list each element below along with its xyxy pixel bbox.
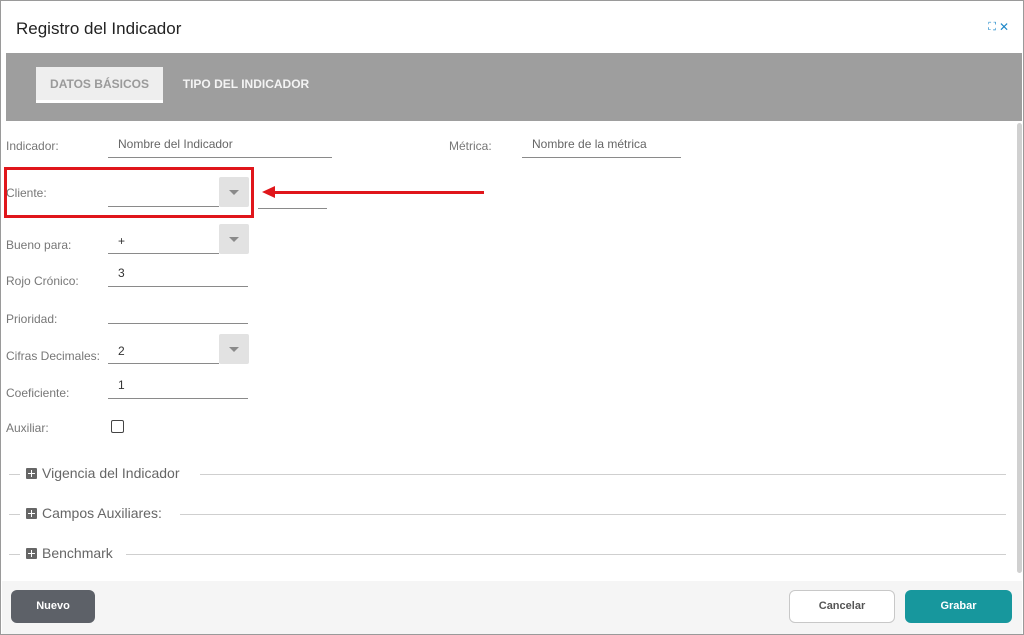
cancel-button[interactable]: Cancelar bbox=[789, 590, 895, 623]
indicador-label: Indicador: bbox=[6, 139, 59, 153]
coeficiente-input[interactable]: 1 bbox=[118, 378, 125, 392]
highlight-box bbox=[4, 167, 254, 218]
bueno-para-underline bbox=[108, 253, 219, 254]
section-vigencia[interactable]: Vigencia del Indicador bbox=[6, 464, 1006, 484]
tab-bar: DATOS BÁSICOS TIPO DEL INDICADOR bbox=[6, 53, 1022, 121]
cliente-extra-underline bbox=[258, 208, 327, 209]
coeficiente-underline bbox=[108, 398, 248, 399]
section-line bbox=[180, 514, 1006, 515]
close-icon[interactable]: ✕ bbox=[999, 20, 1009, 34]
section-line bbox=[200, 474, 1006, 475]
section-line bbox=[9, 554, 20, 555]
auxiliar-checkbox[interactable] bbox=[111, 420, 124, 433]
tab-tipo-indicador[interactable]: TIPO DEL INDICADOR bbox=[176, 67, 316, 103]
section-title[interactable]: Vigencia del Indicador bbox=[42, 465, 188, 481]
coeficiente-label: Coeficiente: bbox=[6, 386, 70, 400]
metrica-input[interactable]: Nombre de la métrica bbox=[532, 137, 647, 151]
metrica-underline bbox=[522, 157, 681, 158]
section-benchmark[interactable]: Benchmark bbox=[6, 544, 1006, 564]
nuevo-button[interactable]: Nuevo bbox=[11, 590, 95, 623]
prioridad-input[interactable] bbox=[118, 304, 238, 320]
cifras-decimales-label: Cifras Decimales: bbox=[6, 349, 101, 363]
annotation-arrow-line bbox=[273, 191, 484, 194]
plus-square-icon[interactable] bbox=[26, 548, 37, 559]
prioridad-underline bbox=[108, 323, 248, 324]
section-campos-auxiliares[interactable]: Campos Auxiliares: bbox=[6, 504, 1006, 524]
indicator-dialog: Registro del Indicador ⛶ ✕ DATOS BÁSICOS… bbox=[0, 0, 1024, 635]
indicador-underline bbox=[108, 157, 332, 158]
bueno-para-label: Bueno para: bbox=[6, 238, 72, 252]
expand-icon[interactable]: ⛶ bbox=[988, 20, 996, 34]
bueno-para-dropdown-button[interactable] bbox=[219, 224, 249, 254]
rojo-cronico-underline bbox=[108, 286, 248, 287]
dialog-title: Registro del Indicador bbox=[16, 19, 182, 38]
tab-datos-basicos[interactable]: DATOS BÁSICOS bbox=[36, 67, 163, 103]
section-line bbox=[9, 474, 20, 475]
rojo-cronico-input[interactable]: 3 bbox=[118, 266, 125, 280]
cifras-decimales-underline bbox=[108, 363, 219, 364]
rojo-cronico-label: Rojo Crónico: bbox=[6, 274, 79, 288]
section-line bbox=[126, 554, 1006, 555]
cifras-decimales-select[interactable]: 2 bbox=[118, 344, 125, 358]
bueno-para-select[interactable]: + bbox=[118, 234, 125, 248]
save-button[interactable]: Grabar bbox=[905, 590, 1012, 623]
annotation-arrow-head-icon bbox=[262, 186, 275, 198]
plus-square-icon[interactable] bbox=[26, 468, 37, 479]
auxiliar-label: Auxiliar: bbox=[6, 421, 49, 435]
cifras-decimales-dropdown-button[interactable] bbox=[219, 334, 249, 364]
metrica-label: Métrica: bbox=[449, 139, 492, 153]
section-title[interactable]: Benchmark bbox=[42, 545, 121, 561]
vertical-scrollbar[interactable] bbox=[1017, 123, 1022, 573]
plus-square-icon[interactable] bbox=[26, 508, 37, 519]
section-line bbox=[9, 514, 20, 515]
section-title[interactable]: Campos Auxiliares: bbox=[42, 505, 170, 521]
prioridad-label: Prioridad: bbox=[6, 312, 58, 326]
window-controls: ⛶ ✕ bbox=[988, 20, 1009, 34]
indicador-input[interactable]: Nombre del Indicador bbox=[118, 137, 233, 151]
